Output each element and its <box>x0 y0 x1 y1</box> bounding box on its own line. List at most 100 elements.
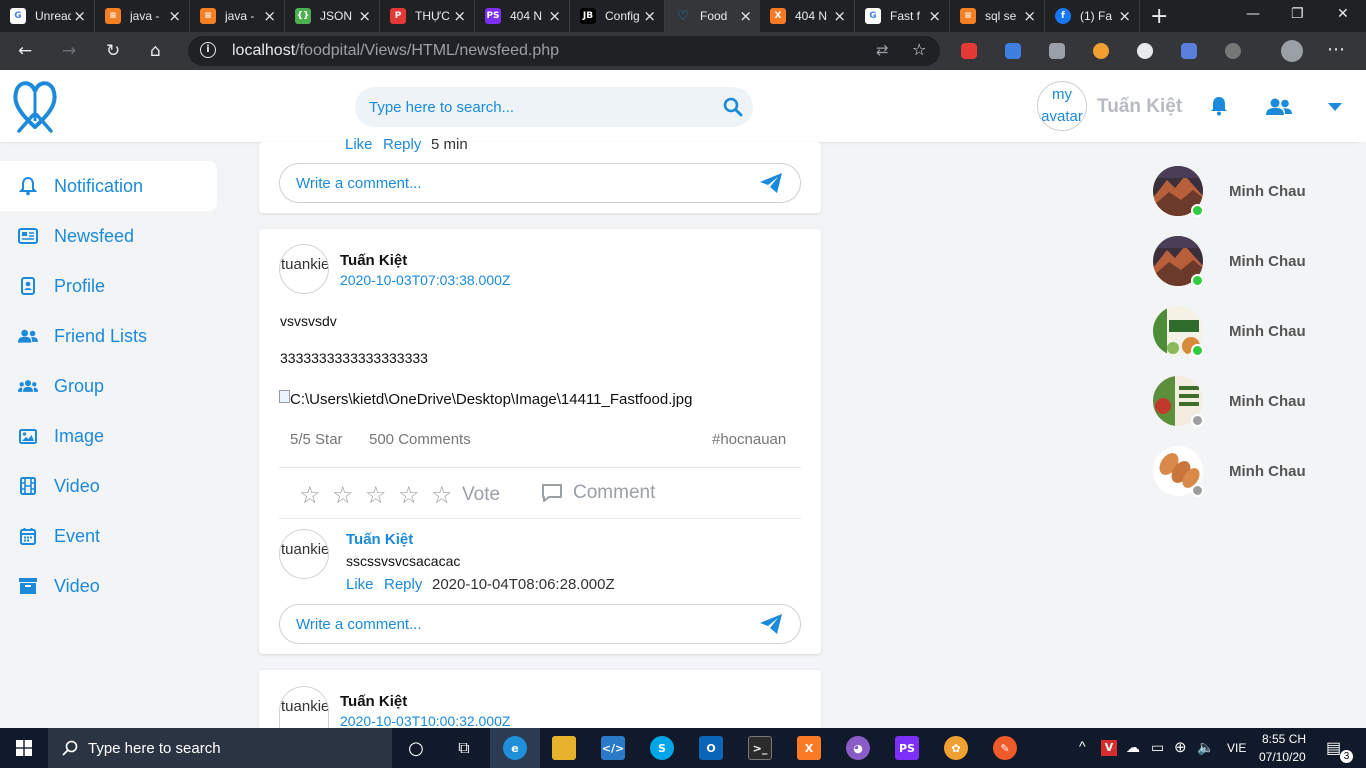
search-input[interactable] <box>369 98 709 116</box>
skype-icon[interactable]: S <box>650 736 674 760</box>
browser-tab[interactable]: JB Config × <box>570 0 665 32</box>
comment-button[interactable]: Comment <box>541 482 655 504</box>
more-menu-icon[interactable]: ⋯ <box>1327 39 1345 60</box>
user-avatar[interactable]: my avatar <box>1037 81 1087 131</box>
battery-icon[interactable]: ▭ <box>1151 739 1164 756</box>
like-link[interactable]: Like <box>346 576 374 593</box>
comment-input[interactable] <box>296 615 736 633</box>
close-icon[interactable]: × <box>263 7 276 25</box>
close-icon[interactable]: × <box>833 7 846 25</box>
extension-cookie-icon[interactable] <box>1093 43 1109 59</box>
extension-camera-icon[interactable] <box>1049 43 1065 59</box>
close-icon[interactable]: × <box>1023 7 1036 25</box>
friend-item[interactable]: Minh Chau <box>1153 306 1353 360</box>
star-icon[interactable]: ☆ <box>431 481 464 509</box>
post-author-avatar[interactable]: tuankiet <box>279 244 329 294</box>
cortana-icon[interactable]: ○ <box>404 736 428 760</box>
star-icon[interactable]: ☆ <box>365 481 398 509</box>
comment-author-avatar[interactable]: tuankiet <box>279 529 329 579</box>
post-comment-count[interactable]: 500 Comments <box>369 431 471 448</box>
sublime-icon[interactable]: ✎ <box>993 736 1017 760</box>
search-bar[interactable] <box>355 87 753 127</box>
file-explorer-icon[interactable] <box>552 736 576 760</box>
info-icon[interactable]: i <box>200 42 216 58</box>
send-icon[interactable] <box>760 614 782 634</box>
browser-tab[interactable]: f (1) Fa × <box>1045 0 1140 32</box>
extension-translate-icon[interactable] <box>1005 43 1021 59</box>
extension-circle-icon[interactable] <box>1137 43 1153 59</box>
extension-shield-icon[interactable] <box>961 43 977 59</box>
sidebar-item-notification[interactable]: Notification <box>0 161 217 211</box>
close-icon[interactable]: × <box>739 7 752 25</box>
browser-tab[interactable]: {} JSON × <box>285 0 380 32</box>
close-icon[interactable]: × <box>1118 7 1131 25</box>
tray-app-icon[interactable]: V <box>1101 740 1117 756</box>
vscode-icon[interactable]: </> <box>601 736 625 760</box>
friend-item[interactable]: Minh Chau <box>1153 166 1353 220</box>
user-name[interactable]: Tuấn Kiệt <box>1097 96 1182 118</box>
extension-gray-icon[interactable] <box>1225 43 1241 59</box>
sidebar-item-image[interactable]: Image <box>0 411 217 461</box>
edge-icon[interactable]: e <box>503 736 527 760</box>
extension-glasses-icon[interactable] <box>1181 43 1197 59</box>
reply-link[interactable]: Reply <box>384 576 422 593</box>
post-author-name[interactable]: Tuấn Kiệt <box>340 693 407 710</box>
friend-item[interactable]: Minh Chau <box>1153 376 1353 430</box>
vote-label[interactable]: Vote <box>462 484 500 506</box>
reload-icon[interactable]: ↻ <box>106 41 120 61</box>
back-icon[interactable]: ← <box>18 41 32 61</box>
browser-tab[interactable]: G Unread × <box>0 0 95 32</box>
comment-input[interactable] <box>296 174 736 192</box>
notification-center-icon[interactable]: ▤ <box>1326 738 1341 758</box>
clock-date[interactable]: 07/10/20 <box>1259 750 1306 764</box>
browser-tab[interactable]: ≡ java - × <box>95 0 190 32</box>
reply-link[interactable]: Reply <box>383 136 421 153</box>
sidebar-item-video-archive[interactable]: Video <box>0 561 217 611</box>
minimize-icon[interactable]: — <box>1246 6 1260 22</box>
post-author-name[interactable]: Tuấn Kiệt <box>340 252 407 269</box>
browser-tab[interactable]: P THỰC × <box>380 0 475 32</box>
profile-avatar-icon[interactable] <box>1281 40 1303 62</box>
taskbar-search[interactable]: Type here to search <box>48 728 392 768</box>
post-hashtag[interactable]: #hocnauan <box>712 431 786 448</box>
close-icon[interactable]: × <box>643 7 656 25</box>
browser-tab[interactable]: ≡ java - × <box>190 0 285 32</box>
star-icon[interactable]: ☆ <box>299 481 332 509</box>
star-icon[interactable]: ☆ <box>912 40 926 59</box>
home-icon[interactable]: ⌂ <box>150 41 161 61</box>
browser-tab[interactable]: ≡ sql se × <box>950 0 1045 32</box>
sidebar-item-group[interactable]: Group <box>0 361 217 411</box>
clock-time[interactable]: 8:55 CH <box>1262 732 1306 746</box>
sidebar-item-event[interactable]: Event <box>0 511 217 561</box>
address-bar[interactable]: i localhost/foodpital/Views/HTML/newsfee… <box>188 36 940 66</box>
volume-icon[interactable]: 🔈 <box>1197 739 1214 756</box>
outlook-icon[interactable]: O <box>699 736 723 760</box>
comment-box[interactable] <box>279 163 801 203</box>
translate-icon[interactable]: ⇄ <box>876 41 889 59</box>
like-link[interactable]: Like <box>345 136 373 153</box>
close-icon[interactable]: × <box>453 7 466 25</box>
input-language[interactable]: VIE <box>1227 741 1246 755</box>
xampp-icon[interactable]: X <box>797 736 821 760</box>
task-view-icon[interactable]: ⧉ <box>452 736 476 760</box>
friend-item[interactable]: Minh Chau <box>1153 236 1353 290</box>
friends-icon[interactable] <box>1266 98 1292 116</box>
comment-author-name[interactable]: Tuấn Kiệt <box>346 531 413 548</box>
new-tab-icon[interactable]: + <box>1150 4 1168 29</box>
scrollbar[interactable] <box>1359 142 1366 728</box>
send-icon[interactable] <box>760 173 782 193</box>
tray-expand-icon[interactable]: ^ <box>1079 738 1086 754</box>
chevron-down-icon[interactable] <box>1328 103 1342 111</box>
star-icon[interactable]: ☆ <box>332 481 365 509</box>
close-window-icon[interactable]: ✕ <box>1337 6 1349 22</box>
network-icon[interactable]: ⊕ <box>1174 738 1187 756</box>
close-icon[interactable]: × <box>928 7 941 25</box>
close-icon[interactable]: × <box>358 7 371 25</box>
comment-box[interactable] <box>279 604 801 644</box>
close-icon[interactable]: × <box>168 7 181 25</box>
browser-tab-active[interactable]: ♡ Food × <box>665 0 760 32</box>
search-icon[interactable] <box>723 97 743 117</box>
github-desktop-icon[interactable]: ◕ <box>846 736 870 760</box>
onedrive-icon[interactable]: ☁ <box>1126 739 1140 756</box>
close-icon[interactable]: × <box>548 7 561 25</box>
